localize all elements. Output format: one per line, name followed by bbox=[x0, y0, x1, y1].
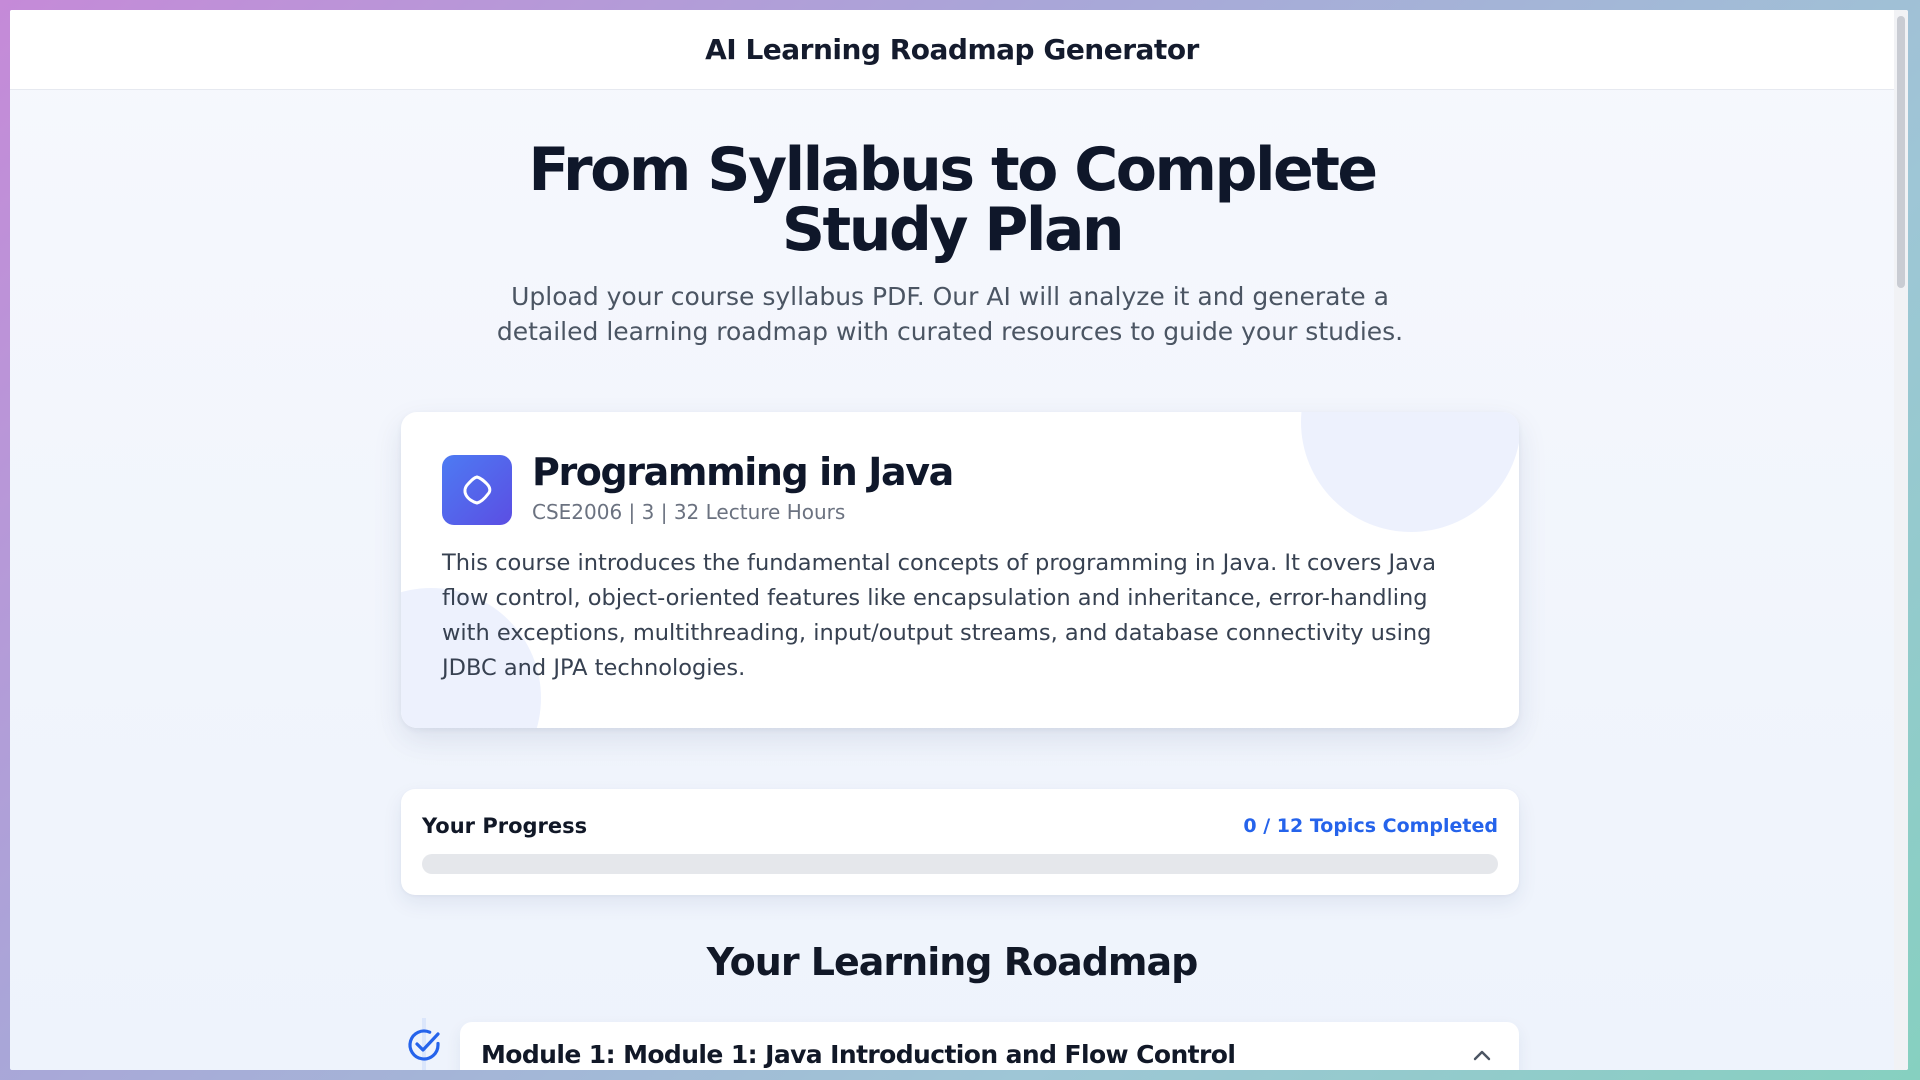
course-card: Programming in Java CSE2006 | 3 | 32 Lec… bbox=[401, 412, 1519, 728]
course-title: Programming in Java bbox=[532, 450, 954, 494]
app-window: AI Learning Roadmap Generator From Sylla… bbox=[10, 10, 1908, 1070]
scrollbar[interactable] bbox=[1894, 10, 1908, 1070]
progress-bar bbox=[422, 854, 1498, 874]
hero-subtitle-line-1: Upload your course syllabus PDF. Our AI … bbox=[511, 282, 1389, 311]
hero-subtitle-line-2: detailed learning roadmap with curated r… bbox=[496, 317, 1404, 346]
course-meta: CSE2006 | 3 | 32 Lecture Hours bbox=[532, 500, 846, 524]
module-card[interactable]: Module 1: Module 1: Java Introduction an… bbox=[460, 1022, 1519, 1070]
module-title: Module 1: Module 1: Java Introduction an… bbox=[481, 1040, 1236, 1069]
check-circle-icon bbox=[404, 1025, 444, 1065]
roadmap-title: Your Learning Roadmap bbox=[706, 940, 1199, 984]
decorative-circle bbox=[1301, 412, 1519, 532]
hero-title: From Syllabus to Complete Study Plan bbox=[10, 140, 1894, 260]
chevron-up-icon[interactable] bbox=[1470, 1044, 1494, 1068]
main-content: From Syllabus to Complete Study Plan Upl… bbox=[10, 90, 1894, 1070]
java-icon bbox=[442, 455, 512, 525]
progress-card: Your Progress 0 / 12 Topics Completed bbox=[401, 789, 1519, 895]
course-description: This course introduces the fundamental c… bbox=[442, 550, 1436, 681]
top-bar: AI Learning Roadmap Generator bbox=[10, 10, 1894, 90]
progress-count: 0 / 12 Topics Completed bbox=[1243, 815, 1498, 837]
hero-title-line-1: From Syllabus to Complete bbox=[528, 135, 1378, 205]
progress-label: Your Progress bbox=[422, 814, 588, 838]
scrollbar-thumb[interactable] bbox=[1897, 16, 1905, 288]
app-title: AI Learning Roadmap Generator bbox=[705, 33, 1199, 66]
hero-subtitle: Upload your course syllabus PDF. Our AI … bbox=[470, 279, 1430, 349]
hero-title-line-2: Study Plan bbox=[781, 195, 1125, 265]
